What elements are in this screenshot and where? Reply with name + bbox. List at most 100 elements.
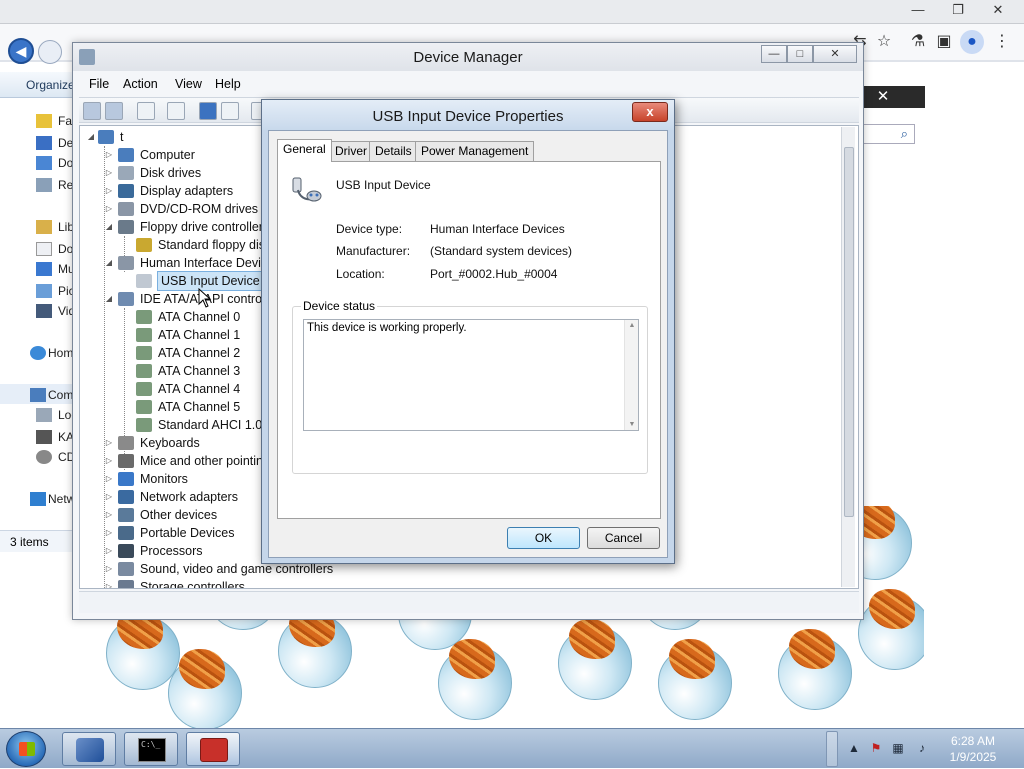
scroll-up-icon[interactable]: ▲ — [625, 322, 639, 329]
scrollbar-thumb[interactable] — [844, 147, 854, 517]
computer-icon — [30, 388, 46, 402]
menu-file[interactable]: File — [89, 77, 109, 91]
maximize-button[interactable]: □ — [787, 45, 813, 63]
expand-arrow-icon[interactable]: ▷ — [104, 560, 114, 578]
scroll-down-icon[interactable]: ▼ — [625, 421, 639, 428]
expand-arrow-icon[interactable]: ▷ — [104, 488, 114, 506]
homegroup-icon — [30, 346, 46, 360]
tab-power-management[interactable]: Power Management — [415, 141, 535, 161]
tree-category-item[interactable]: Monitors — [140, 470, 188, 488]
taskbar: C:\_ ▲ ⚑ ▦ ♪ 6:28 AM 1/9/2025 — [0, 728, 1024, 768]
minimize-button[interactable]: — — [761, 45, 787, 63]
expand-arrow-icon[interactable]: ▷ — [104, 146, 114, 164]
action-center-icon[interactable]: ⚑ — [868, 740, 884, 756]
update-driver-icon[interactable] — [221, 102, 239, 120]
tree-category-item[interactable]: Processors — [140, 542, 203, 560]
tree-device-item[interactable]: ATA Channel 5 — [158, 398, 240, 416]
expand-arrow-icon[interactable]: ▷ — [104, 578, 114, 588]
tree-device-item[interactable]: ATA Channel 2 — [158, 344, 240, 362]
vertical-scrollbar[interactable] — [841, 127, 855, 587]
status-scrollbar[interactable]: ▲ ▼ — [624, 320, 638, 430]
help-icon[interactable] — [199, 102, 217, 120]
device-type-value: Human Interface Devices — [430, 222, 565, 236]
expand-arrow-icon[interactable]: ▷ — [104, 200, 114, 218]
close-button[interactable]: x — [632, 102, 668, 122]
taskbar-button-toolbox[interactable] — [186, 732, 240, 766]
tree-category-item[interactable]: DVD/CD-ROM drives — [140, 200, 258, 218]
tree-category-item[interactable]: Other devices — [140, 506, 217, 524]
recent-places-icon — [36, 178, 52, 192]
device-category-icon — [118, 562, 134, 576]
tree-category-item[interactable]: Floppy drive controllers — [140, 218, 269, 236]
tree-device-item[interactable]: ATA Channel 3 — [158, 362, 240, 380]
tree-device-item[interactable]: ATA Channel 1 — [158, 326, 240, 344]
organize-button[interactable]: Organize — [0, 72, 80, 98]
more-menu-icon[interactable]: ⋮ — [990, 30, 1014, 54]
clock[interactable]: 6:28 AM 1/9/2025 — [938, 733, 1008, 765]
menu-help[interactable]: Help — [215, 77, 241, 91]
search-icon: ⌕ — [900, 126, 908, 141]
expand-arrow-icon[interactable]: ▷ — [104, 434, 114, 452]
close-button[interactable]: ✕ — [813, 45, 857, 63]
show-hidden-icons-icon[interactable]: ▲ — [846, 740, 862, 756]
tree-category-item[interactable]: Keyboards — [140, 434, 200, 452]
expand-arrow-icon[interactable]: ▷ — [104, 524, 114, 542]
bowl-image — [168, 649, 242, 728]
device-category-icon — [118, 454, 134, 468]
profile-avatar-icon[interactable]: ● — [960, 30, 984, 54]
volume-icon[interactable]: ♪ — [914, 740, 930, 756]
tree-category-item[interactable]: Disk drives — [140, 164, 201, 182]
tab-general[interactable]: General — [277, 139, 332, 162]
expand-arrow-icon[interactable]: ▷ — [104, 542, 114, 560]
taskbar-scroll-icon[interactable] — [826, 731, 838, 767]
forward-arrow-icon[interactable] — [105, 102, 123, 120]
collapse-arrow-icon[interactable]: ◢ — [86, 128, 96, 146]
network-status-icon[interactable]: ▦ — [890, 740, 906, 756]
tree-category-item[interactable]: Computer — [140, 146, 195, 164]
collapse-arrow-icon[interactable]: ◢ — [104, 254, 114, 272]
expand-arrow-icon[interactable]: ▷ — [104, 182, 114, 200]
device-category-icon — [136, 310, 152, 324]
tab-driver[interactable]: Driver — [329, 141, 373, 161]
dialog-body: General Driver Details Power Management … — [268, 130, 668, 558]
bowl-image — [558, 619, 632, 700]
device-category-icon — [118, 472, 134, 486]
taskbar-button-virtualbox[interactable] — [62, 732, 116, 766]
cancel-button[interactable]: Cancel — [587, 527, 660, 549]
tree-category-item[interactable]: Human Interface Devices — [140, 254, 280, 272]
menu-view[interactable]: View — [175, 77, 202, 91]
maximize-icon[interactable]: ❐ — [940, 0, 976, 20]
bookmark-star-icon[interactable]: ☆ — [872, 30, 896, 54]
sidebar-icon[interactable]: ▣ — [932, 30, 956, 54]
tree-category-item[interactable]: Display adapters — [140, 182, 233, 200]
extension-icon[interactable]: ⚗ — [906, 30, 930, 54]
view-icon[interactable] — [167, 102, 185, 120]
collapse-arrow-icon[interactable]: ◢ — [104, 218, 114, 236]
tree-category-item[interactable]: Storage controllers — [140, 578, 245, 588]
expand-arrow-icon[interactable]: ▷ — [104, 506, 114, 524]
forward-arrow-icon[interactable] — [38, 40, 62, 64]
ok-button[interactable]: OK — [507, 527, 580, 549]
clock-date: 1/9/2025 — [949, 750, 997, 764]
close-icon[interactable]: ✕ — [980, 0, 1016, 20]
tree-root[interactable]: t — [120, 128, 123, 146]
device-status-textbox[interactable]: This device is working properly. ▲ ▼ — [303, 319, 639, 431]
taskbar-button-command-prompt[interactable]: C:\_ — [124, 732, 178, 766]
tree-device-item[interactable]: ATA Channel 4 — [158, 380, 240, 398]
tree-category-item[interactable]: Network adapters — [140, 488, 238, 506]
tab-details[interactable]: Details — [369, 141, 418, 161]
status-bar — [79, 591, 859, 613]
minimize-icon[interactable]: — — [900, 0, 936, 20]
back-arrow-icon[interactable] — [83, 102, 101, 120]
menu-action[interactable]: Action — [123, 77, 158, 91]
start-button[interactable] — [6, 731, 46, 767]
device-category-icon — [136, 274, 152, 288]
back-arrow-icon[interactable]: ◀ — [8, 38, 34, 64]
tree-category-item[interactable]: Portable Devices — [140, 524, 235, 542]
collapse-arrow-icon[interactable]: ◢ — [104, 290, 114, 308]
close-icon[interactable]: ✕ — [868, 88, 898, 106]
expand-arrow-icon[interactable]: ▷ — [104, 452, 114, 470]
expand-arrow-icon[interactable]: ▷ — [104, 470, 114, 488]
expand-arrow-icon[interactable]: ▷ — [104, 164, 114, 182]
properties-icon[interactable] — [137, 102, 155, 120]
